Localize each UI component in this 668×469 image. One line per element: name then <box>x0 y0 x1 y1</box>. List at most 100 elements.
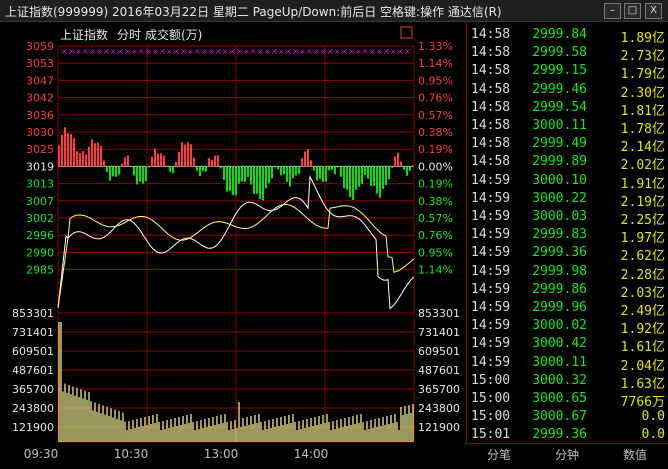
tick-volume: 1.79亿 <box>621 63 665 82</box>
marker: × <box>299 47 306 56</box>
percent-axis-label: 0.38% <box>418 195 453 208</box>
tick-price: 3000.22 <box>532 190 587 206</box>
price-axis-label: 3007 <box>26 195 54 208</box>
tick-volume: 2.28亿 <box>621 264 665 283</box>
close-button[interactable]: X <box>645 3 662 19</box>
marker: × <box>61 47 68 56</box>
marker: × <box>82 47 89 56</box>
tick-volume: 2.14亿 <box>621 136 665 155</box>
tick-row[interactable]: 15:00 3000.67 0.0 <box>467 408 668 426</box>
tick-volume: 7766万 <box>621 391 665 410</box>
marker: × <box>145 47 152 56</box>
percent-axis-label: 0.95% <box>418 246 453 259</box>
marker: × <box>313 47 320 56</box>
tick-price: 2999.96 <box>532 300 587 315</box>
marker: × <box>222 47 229 56</box>
tick-time: 14:59 <box>471 172 511 188</box>
percent-axis-label: 0.38% <box>418 126 453 139</box>
tick-row[interactable]: 15:00 3000.32 1.63亿 <box>467 372 668 392</box>
tick-row[interactable]: 14:59 2999.98 2.28亿 <box>467 263 668 283</box>
window-titlebar: 上证指数(999999) 2016年03月22日 星期二 PageUp/Down… <box>0 0 668 22</box>
tick-time: 14:59 <box>471 245 511 261</box>
tick-row[interactable]: 15:01 2999.36 0.0 <box>467 426 668 444</box>
percent-axis-label: 0.00% <box>418 160 453 173</box>
tick-row[interactable]: 15:00 3000.65 7766万 <box>467 390 668 410</box>
marker: × <box>68 47 75 56</box>
price-axis-label: 3030 <box>26 126 54 139</box>
marker: × <box>341 47 348 56</box>
volume-axis-label: 609501 <box>12 345 54 358</box>
marker: × <box>404 47 411 56</box>
chart-period: 分时 <box>117 28 141 42</box>
window-title: 上证指数(999999) 2016年03月22日 星期二 PageUp/Down… <box>5 5 502 19</box>
tick-row[interactable]: 14:59 3000.02 1.92亿 <box>467 317 668 337</box>
tick-volume: 0.0 <box>642 409 665 424</box>
tick-price: 2999.86 <box>532 281 587 297</box>
tick-time: 14:59 <box>471 336 511 352</box>
tick-time: 14:58 <box>471 99 511 115</box>
marker: × <box>117 47 124 56</box>
tab-values[interactable]: 数值 <box>602 446 668 463</box>
price-axis-label: 3053 <box>26 57 54 70</box>
volume-axis-label: 121900 <box>12 421 54 434</box>
tick-row[interactable]: 14:59 3000.03 2.25亿 <box>467 208 668 228</box>
tick-row[interactable]: 14:59 2999.83 1.97亿 <box>467 226 668 246</box>
tick-row[interactable]: 14:58 2999.54 1.81亿 <box>467 99 668 119</box>
marker: × <box>194 47 201 56</box>
volume-axis-label: 487601 <box>12 364 54 377</box>
marker: × <box>152 47 159 56</box>
tick-row[interactable]: 14:58 3000.11 1.78亿 <box>467 117 668 137</box>
tab-minutes[interactable]: 分钟 <box>534 446 600 463</box>
tick-volume: 1.89亿 <box>621 27 665 46</box>
tick-volume: 2.30亿 <box>621 82 665 101</box>
marker: × <box>320 47 327 56</box>
tick-row[interactable]: 14:58 2999.89 2.02亿 <box>467 153 668 173</box>
tick-price: 2999.36 <box>532 427 587 443</box>
tick-row[interactable]: 14:59 3000.10 1.91亿 <box>467 172 668 192</box>
tick-row[interactable]: 14:58 2999.49 2.14亿 <box>467 135 668 155</box>
marker: × <box>327 47 334 56</box>
tick-volume: 2.62亿 <box>621 245 665 264</box>
tick-time: 14:58 <box>471 154 511 170</box>
tick-row[interactable]: 14:58 2999.15 1.79亿 <box>467 62 668 82</box>
percent-axis-label: 0.76% <box>418 92 453 105</box>
chart-canvas[interactable]: 3059 1.33% 3053 1.14% 3047 0.95% 3042 0.76% 3036… <box>0 22 464 465</box>
percent-axis-label: 0.19% <box>418 178 453 191</box>
tick-volume: 2.19亿 <box>621 191 665 210</box>
tab-ticks[interactable]: 分笔 <box>466 446 532 463</box>
marker: × <box>187 47 194 56</box>
tick-row[interactable]: 14:59 3000.11 2.04亿 <box>467 354 668 374</box>
tick-row[interactable]: 14:59 3000.42 1.61亿 <box>467 335 668 355</box>
marker: × <box>201 47 208 56</box>
intraday-chart[interactable]: 3059 1.33% 3053 1.14% 3047 0.95% 3042 0.76% 3036… <box>0 22 464 465</box>
tick-time: 14:58 <box>471 45 511 61</box>
price-axis-label: 3042 <box>26 92 54 105</box>
tick-row[interactable]: 14:59 2999.96 2.49亿 <box>467 299 668 319</box>
marker: × <box>257 47 264 56</box>
marker: × <box>236 47 243 56</box>
tick-row[interactable]: 14:58 2999.46 2.30亿 <box>467 81 668 101</box>
volume-axis-label: 731401 <box>12 326 54 339</box>
volume-axis-label-right: 853301 <box>418 307 460 320</box>
tick-row[interactable]: 14:58 2999.84 1.89亿 <box>467 26 668 46</box>
tick-row[interactable]: 14:59 2999.36 2.62亿 <box>467 244 668 264</box>
marker: × <box>292 47 299 56</box>
tick-volume-value: 0.0 <box>641 409 665 425</box>
marker: × <box>103 47 110 56</box>
price-axis-label: 2990 <box>26 246 54 259</box>
tick-list[interactable]: 14:58 2999.84 1.89亿 14:58 2999.58 2.73亿 14:58 2… <box>466 22 668 443</box>
tick-row[interactable]: 14:59 3000.22 2.19亿 <box>467 190 668 210</box>
chart-volume-label: 成交额(万) <box>145 27 202 42</box>
volume-axis-label-right: 121900 <box>418 421 460 434</box>
tick-time: 15:00 <box>471 391 511 406</box>
tick-time: 14:59 <box>471 354 511 370</box>
tick-volume: 1.63亿 <box>621 373 665 392</box>
tick-volume: 1.78亿 <box>621 118 665 137</box>
maximize-button[interactable]: □ <box>624 3 641 19</box>
minimize-button[interactable]: – <box>604 3 621 19</box>
marker: × <box>369 47 376 56</box>
tick-row[interactable]: 14:58 2999.58 2.73亿 <box>467 44 668 64</box>
marker: × <box>250 47 257 56</box>
marker: × <box>278 47 285 56</box>
tick-row[interactable]: 14:59 2999.86 2.03亿 <box>467 281 668 301</box>
